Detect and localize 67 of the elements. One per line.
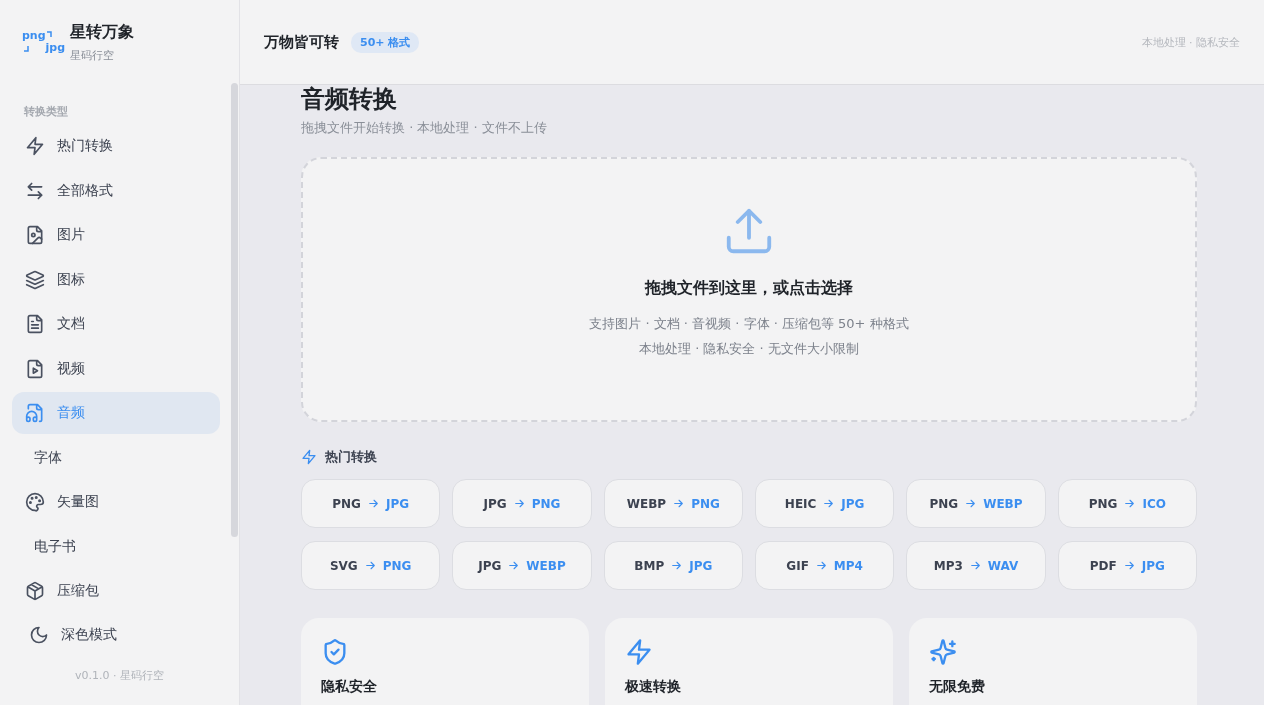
drop-zone[interactable]: 拖拽文件到这里，或点击选择 支持图片 · 文档 · 音视频 · 字体 · 压缩包等 50+ 种格式 本地处理 · 隐私安全 · 无文件大小限制 — [301, 157, 1197, 422]
sidebar-item[interactable]: 图片 — [12, 214, 220, 256]
conversion-button[interactable]: HEIC JPG — [755, 479, 895, 528]
arrow-right-icon — [964, 497, 978, 510]
conversion-button[interactable]: SVG PNG — [301, 541, 441, 590]
sidebar-item[interactable]: 电子书 — [12, 525, 220, 568]
arrow-right-icon — [672, 497, 686, 510]
arrow-right-icon — [814, 559, 828, 572]
bolt-icon — [25, 136, 45, 156]
header-title: 万物皆可转 — [264, 32, 339, 52]
sidebar-item[interactable]: 文档 — [12, 303, 220, 345]
page-subtitle: 拖拽文件开始转换 · 本地处理 · 文件不上传 — [301, 119, 548, 137]
version-label: v0.1.0 · 星码行空 — [74, 668, 165, 683]
package-icon — [25, 581, 45, 601]
arrow-right-icon — [1123, 497, 1137, 510]
video-file-icon — [25, 358, 45, 379]
logo-text: png — [22, 30, 46, 42]
drop-zone-hint: 支持图片 · 文档 · 音视频 · 字体 · 压缩包等 50+ 种格式 — [589, 315, 909, 333]
palette-icon — [25, 492, 45, 512]
arrow-right-icon — [1122, 559, 1136, 572]
app-subtitle: 星码行空 — [70, 47, 115, 63]
feature-title: 极速转换 — [625, 678, 682, 695]
conversion-button[interactable]: GIF MP4 — [755, 541, 895, 590]
conversion-button[interactable]: BMP JPG — [603, 541, 743, 590]
conversion-button[interactable]: PDF JPG — [1057, 541, 1197, 590]
sidebar-item[interactable]: 全部格式 — [12, 169, 220, 212]
image-file-icon — [25, 225, 45, 245]
logo-text: jpg — [45, 42, 66, 54]
arrow-right-icon — [366, 497, 380, 510]
arrow-right-icon — [363, 559, 377, 572]
headphones-file-icon — [25, 403, 45, 423]
conversion-button[interactable]: MP3 WAV — [906, 541, 1046, 590]
arrow-right-icon — [507, 559, 521, 572]
conversion-button[interactable]: WEBP PNG — [603, 479, 743, 528]
sparkles-icon — [929, 638, 957, 666]
scrollbar[interactable] — [231, 83, 238, 537]
conversion-button[interactable]: PNG ICO — [1057, 479, 1197, 528]
conversion-button[interactable]: PNG JPG — [301, 479, 441, 528]
bolt-icon — [301, 449, 317, 465]
drop-zone-hint: 本地处理 · 隐私安全 · 无文件大小限制 — [638, 340, 860, 358]
arrow-right-icon — [670, 559, 684, 572]
moon-icon — [29, 625, 49, 645]
conversion-button[interactable]: JPG WEBP — [452, 541, 592, 590]
sidebar-item[interactable]: 视频 — [12, 347, 220, 390]
section-label: 热门转换 — [325, 448, 377, 466]
swap-arrows-icon — [25, 180, 45, 201]
bolt-icon — [625, 638, 653, 666]
sidebar-item[interactable]: 热门转换 — [12, 125, 220, 167]
arrow-right-icon — [512, 497, 526, 510]
feature-title: 隐私安全 — [321, 678, 378, 695]
document-icon — [25, 314, 45, 334]
sidebar-item[interactable]: 压缩包 — [12, 570, 220, 612]
sidebar-item[interactable]: 图标 — [12, 258, 220, 301]
drop-zone-heading: 拖拽文件到这里，或点击选择 — [645, 278, 853, 299]
sidebar-item[interactable]: 字体 — [12, 436, 220, 479]
arrow-right-icon — [968, 559, 982, 572]
page-title: 音频转换 — [301, 85, 398, 113]
app-name: 星转万象 — [70, 21, 134, 43]
conversion-button[interactable]: PNG WEBP — [906, 479, 1046, 528]
layers-icon — [25, 269, 45, 290]
feature-title: 无限免费 — [929, 678, 986, 695]
sidebar-item[interactable]: 矢量图 — [12, 481, 220, 523]
format-count-badge: 50+ 格式 — [351, 31, 420, 53]
section-label: 转换类型 — [23, 104, 69, 119]
conversion-button[interactable]: JPG PNG — [452, 479, 592, 528]
arrow-right-icon — [822, 497, 836, 510]
theme-toggle[interactable]: 深色模式 — [12, 614, 220, 656]
